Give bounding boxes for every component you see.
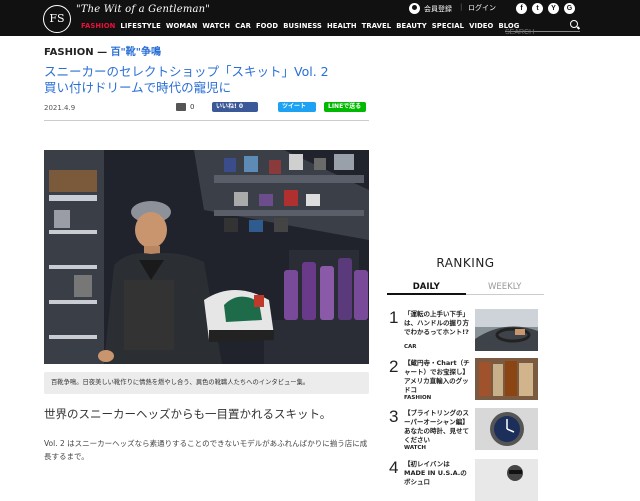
- social-links: f t Y G: [516, 3, 575, 14]
- header-separator: |: [460, 3, 463, 11]
- line-share-button[interactable]: LINEで送る: [324, 102, 366, 112]
- search-input[interactable]: [505, 28, 567, 37]
- ranking-thumbnail[interactable]: [475, 358, 538, 400]
- rank-number: 4: [389, 458, 399, 477]
- member-register-link[interactable]: 会員登録: [409, 3, 452, 14]
- login-link[interactable]: ログイン: [468, 3, 496, 13]
- tweet-button[interactable]: ツイート: [278, 102, 316, 112]
- ranking-title[interactable]: 【初レイバンはMADE IN U.S.A.のボシュロ: [404, 460, 470, 487]
- ranking-title[interactable]: 「運転の上手い下手」は、ハンドルの握り方でわかるってホント!?: [404, 310, 470, 337]
- search-icon[interactable]: [570, 20, 578, 28]
- facebook-like-button[interactable]: いいね! 0: [212, 102, 258, 112]
- nav-item-business[interactable]: BUSINESS: [283, 22, 322, 30]
- instagram-icon[interactable]: G: [564, 3, 575, 14]
- ranking-category: FASHION: [404, 395, 432, 401]
- rank-number: 2: [389, 357, 399, 376]
- comment-count: 0: [190, 103, 195, 111]
- article-title-line1: スニーカーのセレクトショップ「スキット」Vol. 2: [44, 64, 329, 79]
- youtube-icon[interactable]: Y: [548, 3, 559, 14]
- nav-item-special[interactable]: SPECIAL: [432, 22, 464, 30]
- nav-item-car[interactable]: CAR: [235, 22, 251, 30]
- nav-item-beauty[interactable]: BEAUTY: [396, 22, 427, 30]
- comment-icon: [176, 103, 186, 111]
- ranking-thumbnail[interactable]: [475, 309, 538, 351]
- nav-item-travel[interactable]: TRAVEL: [362, 22, 392, 30]
- site-tagline: "The Wit of a Gentleman": [76, 4, 211, 15]
- member-register-label: 会員登録: [424, 4, 452, 13]
- tab-weekly[interactable]: WEEKLY: [465, 279, 544, 295]
- breadcrumb-category[interactable]: FASHION: [44, 47, 94, 58]
- facebook-icon[interactable]: f: [516, 3, 527, 14]
- breadcrumb-separator: —: [93, 47, 111, 58]
- user-icon: [409, 3, 420, 14]
- nav-item-watch[interactable]: WATCH: [202, 22, 230, 30]
- ranking-title[interactable]: 【蔵円寺・Chart（チャート）でお宝探し】アメリカ直輸入のグッドコ: [404, 359, 470, 395]
- article-date: 2021.4.9: [44, 104, 76, 112]
- nav-item-video[interactable]: VIDEO: [469, 22, 493, 30]
- nav-item-health[interactable]: HEALTH: [327, 22, 357, 30]
- ranking-category: CAR: [404, 344, 417, 350]
- rank-number: 1: [389, 308, 399, 327]
- nav-item-food[interactable]: FOOD: [256, 22, 278, 30]
- ranking-category: WATCH: [404, 445, 427, 451]
- article-title-line2: 買い付けドリームで時代の寵児に: [44, 80, 232, 95]
- article-title: スニーカーのセレクトショップ「スキット」Vol. 2 買い付けドリームで時代の寵…: [44, 64, 374, 96]
- article-main-photo: [44, 150, 369, 364]
- breadcrumb: FASHION — 百"靴"争鳴: [44, 43, 161, 58]
- search-box: [505, 19, 580, 37]
- nav-item-woman[interactable]: WOMAN: [166, 22, 198, 30]
- twitter-icon[interactable]: t: [532, 3, 543, 14]
- ranking-heading: RANKING: [436, 256, 495, 270]
- ranking-title[interactable]: 【ブライトリングのスーパーオーシャン編】あなたの時計、見せてください: [404, 409, 470, 445]
- header-bar: FS "The Wit of a Gentleman" FASHION LIFE…: [0, 0, 640, 37]
- divider: [44, 120, 369, 121]
- site-logo[interactable]: FS: [43, 5, 71, 33]
- nav-item-fashion[interactable]: FASHION: [81, 22, 115, 30]
- breadcrumb-subcategory[interactable]: 百"靴"争鳴: [111, 47, 161, 58]
- rank-number: 3: [389, 407, 399, 426]
- ranking-tabs: DAILY WEEKLY: [387, 279, 544, 295]
- photo-caption: 百靴争鳴。日夜美しい靴作りに情熱を燃やし合う、異色の靴職人たちへのインタビュー集…: [44, 372, 369, 394]
- sneaker-shop-photo: [44, 150, 369, 364]
- comment-count-link[interactable]: 0: [176, 103, 194, 111]
- nav-item-lifestyle[interactable]: LIFESTYLE: [120, 22, 160, 30]
- main-nav: FASHION LIFESTYLE WOMAN WATCH CAR FOOD B…: [81, 22, 519, 30]
- article-lead: 世界のスニーカーヘッズからも一目置かれるスキット。: [44, 407, 332, 421]
- ranking-thumbnail[interactable]: [475, 408, 538, 450]
- ranking-thumbnail[interactable]: [475, 459, 538, 501]
- tab-daily[interactable]: DAILY: [387, 279, 466, 295]
- article-body: Vol. 2 はスニーカーヘッズなら素通りすることのできないモデルがあふれんばか…: [44, 439, 368, 461]
